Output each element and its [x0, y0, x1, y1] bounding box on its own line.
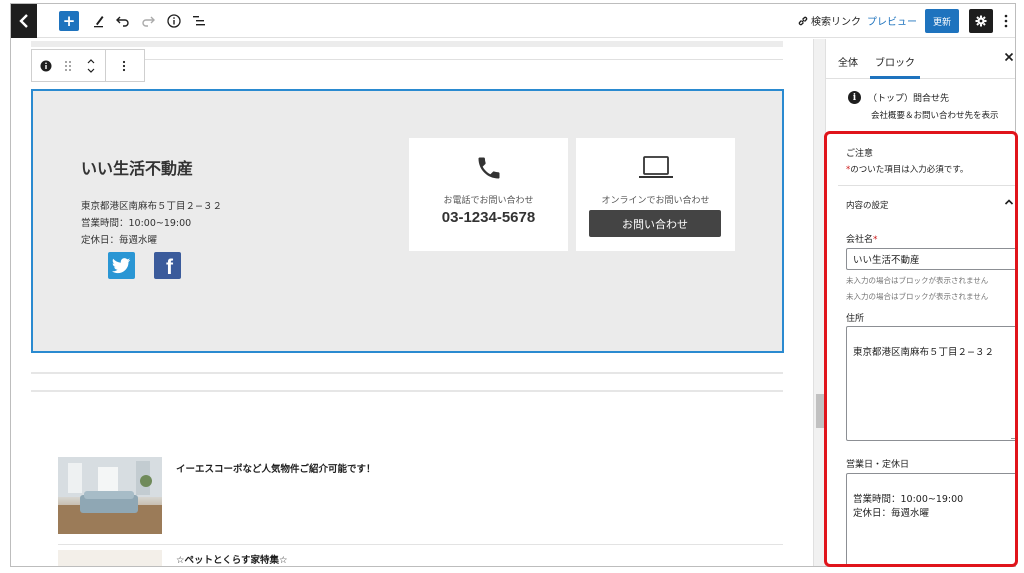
- back-button[interactable]: [11, 4, 37, 38]
- post-thumbnail[interactable]: [58, 550, 162, 566]
- post-thumbnail[interactable]: [58, 457, 162, 534]
- settings-button[interactable]: [969, 9, 993, 33]
- block-description: 会社概要＆お問い合わせ先を表示: [871, 111, 999, 121]
- phone-icon: [478, 157, 500, 179]
- business-hours: 営業時間：10:00~19:00: [81, 218, 192, 229]
- phone-contact-card: お電話でお問い合わせ 03-1234-5678: [409, 138, 568, 251]
- phone-label: お電話でお問い合わせ: [443, 196, 534, 206]
- search-link-label: 検索リンク: [811, 17, 861, 28]
- drag-handle-icon: [65, 60, 71, 71]
- address-textarea[interactable]: 東京都港区南麻布５丁目２−３２: [846, 326, 1015, 441]
- editor-window: + 検索リンク プレビュー 更新 いい生活不動産 東京都港区南麻布５丁目２−３２…: [10, 3, 1016, 567]
- info-icon: i: [848, 91, 861, 104]
- block-options-button[interactable]: [106, 50, 142, 81]
- laptop-icon: [639, 156, 673, 178]
- phone-number[interactable]: 03-1234-5678: [409, 209, 568, 226]
- undo-icon[interactable]: [113, 11, 133, 31]
- online-contact-card: オンラインでお問い合わせ お問い合わせ: [576, 138, 735, 251]
- link-icon: [798, 16, 808, 25]
- hours-textarea[interactable]: 営業時間：10:00~19:00 定休日：毎週水曜: [846, 473, 1015, 566]
- add-block-button[interactable]: +: [59, 11, 79, 31]
- info-icon: [40, 60, 52, 71]
- block-type-button[interactable]: [32, 50, 60, 81]
- editor-canvas: いい生活不動産 東京都港区南麻布５丁目２−３２ 営業時間：10:00~19:00…: [11, 39, 813, 566]
- close-sidebar-button[interactable]: [1004, 51, 1014, 66]
- address-label: 住所: [846, 314, 865, 324]
- contact-info-block[interactable]: いい生活不動産 東京都港区南麻布５丁目２−３２ 営業時間：10:00~19:00…: [31, 89, 784, 353]
- top-toolbar: + 検索リンク プレビュー 更新: [11, 4, 1015, 38]
- chevron-up-icon[interactable]: [1004, 196, 1014, 209]
- post-title[interactable]: ☆ペットとくらす家特集☆: [176, 552, 288, 566]
- list-view-icon[interactable]: [189, 11, 209, 31]
- tab-block[interactable]: ブロック: [875, 54, 915, 69]
- post-title[interactable]: イーエスコーポなど人気物件ご紹介可能です！: [176, 461, 376, 475]
- help-text: 未入力の場合はブロックが表示されません: [846, 292, 989, 301]
- redo-icon[interactable]: [138, 11, 158, 31]
- move-up-down-button[interactable]: [76, 50, 106, 81]
- address-value: 東京都港区南麻布５丁目２−３２: [853, 347, 994, 358]
- gear-icon: [975, 15, 987, 27]
- scrollbar-thumb[interactable]: [816, 394, 824, 428]
- settings-sidebar: 全体 ブロック i （トップ）問合せ先 会社概要＆お問い合わせ先を表示 ご注意 …: [825, 39, 1015, 566]
- chevron-up-down-icon: [87, 58, 94, 73]
- search-link-button[interactable]: 検索リンク: [797, 13, 861, 28]
- company-name: いい生活不動産: [81, 159, 194, 178]
- hours-label: 営業日・定休日: [846, 460, 910, 470]
- company-address: 東京都港区南麻布５丁目２−３２: [81, 201, 222, 212]
- active-tab-indicator: [870, 76, 920, 79]
- contact-button[interactable]: お問い合わせ: [589, 210, 721, 237]
- update-button[interactable]: 更新: [925, 9, 959, 33]
- divider: [31, 372, 783, 374]
- resize-handle-icon[interactable]: [1011, 433, 1015, 439]
- help-text: 未入力の場合はブロックが表示されません: [846, 276, 989, 285]
- close-icon: [1004, 52, 1014, 62]
- block-name: （トップ）問合せ先: [868, 94, 950, 104]
- vertical-ellipsis-icon: [122, 60, 126, 71]
- facebook-letter: f: [166, 255, 173, 279]
- divider: [58, 544, 783, 545]
- twitter-icon[interactable]: [108, 252, 135, 279]
- divider: [838, 185, 1015, 186]
- caution-title: ご注意: [846, 149, 874, 159]
- sidebar-tabs: 全体 ブロック: [826, 39, 1015, 79]
- tab-document[interactable]: 全体: [838, 54, 858, 69]
- vertical-ellipsis-icon: [1004, 14, 1008, 28]
- block-toolbar: [31, 49, 145, 82]
- regular-holiday: 定休日：毎週水曜: [81, 235, 158, 246]
- caution-message: のついた項目は入力必須です。: [850, 165, 969, 175]
- divider: [31, 390, 783, 392]
- previous-block-edge: [31, 41, 783, 47]
- caution-text: *のついた項目は入力必須です。: [846, 163, 968, 175]
- facebook-icon[interactable]: f: [154, 252, 181, 279]
- section-toggle[interactable]: 内容の設定: [846, 199, 889, 211]
- company-name-label-text: 会社名: [846, 235, 874, 245]
- company-name-label: 会社名*: [846, 232, 878, 245]
- drag-handle[interactable]: [60, 50, 76, 81]
- canvas-scrollbar[interactable]: [813, 39, 825, 566]
- online-label: オンラインでお問い合わせ: [601, 196, 710, 206]
- info-icon[interactable]: [164, 11, 184, 31]
- pencil-icon[interactable]: [89, 11, 109, 31]
- company-name-input[interactable]: いい生活不動産: [846, 248, 1015, 270]
- divider: [826, 132, 1015, 133]
- chevron-left-icon: [19, 14, 28, 28]
- more-options-button[interactable]: [999, 11, 1013, 31]
- required-mark: *: [873, 235, 878, 245]
- hours-value: 営業時間：10:00~19:00 定休日：毎週水曜: [853, 494, 964, 519]
- preview-button[interactable]: プレビュー: [867, 13, 917, 28]
